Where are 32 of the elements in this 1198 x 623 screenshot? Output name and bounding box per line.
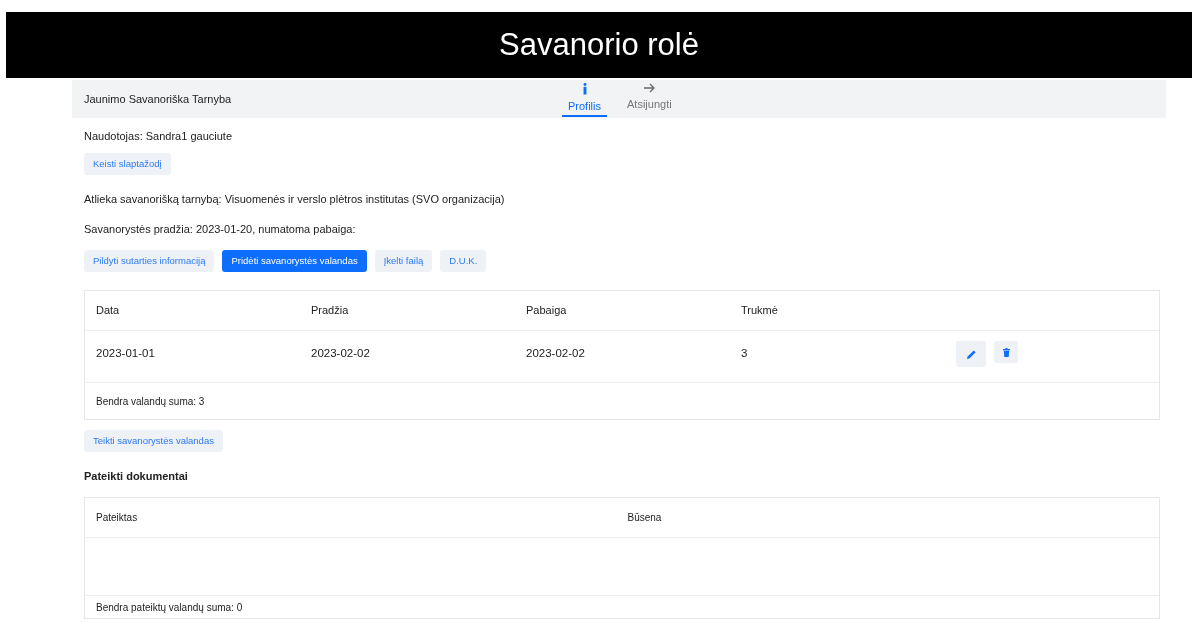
table-cell: 2023-01-01: [96, 347, 155, 359]
total-text: Bendra valandų suma: 3: [96, 394, 205, 409]
total-text: Bendra pateiktų valandų suma: 0: [96, 600, 243, 615]
section-heading: Pateikti dokumentai: [84, 470, 188, 483]
delete-button[interactable]: [994, 341, 1018, 363]
dates-text: Savanorystės pradžia: 2023-01-20, numatoma pabaiga:: [84, 222, 356, 238]
nav-link[interactable]: Atsijungti: [621, 80, 678, 118]
table-cell: 3: [741, 347, 748, 359]
service-text: Atlieka savanorišką tarnybą: Visuomenės ir verslo plėtros institutas (SVO organizacija): [84, 191, 505, 207]
info-icon: [581, 83, 588, 95]
arrow-icon: [643, 83, 656, 93]
submit-hours-button[interactable]: Teikti savanorystės valandas: [84, 430, 223, 453]
action-button[interactable]: Įkelti failą: [374, 249, 433, 272]
column-header: Pabaiga: [526, 304, 567, 317]
nav-link[interactable]: Profilis: [562, 80, 607, 117]
column-header: Būsena: [627, 511, 662, 523]
trash-icon: [1002, 347, 1010, 357]
brand-text: Jaunimo Savanoriška Tarnyba: [84, 91, 232, 107]
action-button[interactable]: D.U.K.: [440, 249, 487, 272]
column-header: Pradžia: [311, 304, 349, 317]
action-button[interactable]: Pridėti savanorystės valandas: [222, 249, 367, 272]
pencil-icon: [965, 348, 977, 360]
column-header: Data: [96, 304, 120, 317]
user-text: Naudotojas: Sandra1 gauciute: [84, 129, 232, 144]
column-header: Trukmė: [741, 304, 778, 317]
change-password-button[interactable]: Keisti slaptažodį: [84, 152, 171, 175]
action-button[interactable]: Pildyti sutarties informaciją: [84, 249, 215, 272]
edit-button[interactable]: [956, 341, 986, 367]
page-title: Savanorio rolė: [499, 25, 699, 64]
table-cell: 2023-02-02: [526, 347, 585, 359]
table-cell: 2023-02-02: [311, 347, 370, 359]
column-header: Pateiktas: [96, 511, 138, 523]
